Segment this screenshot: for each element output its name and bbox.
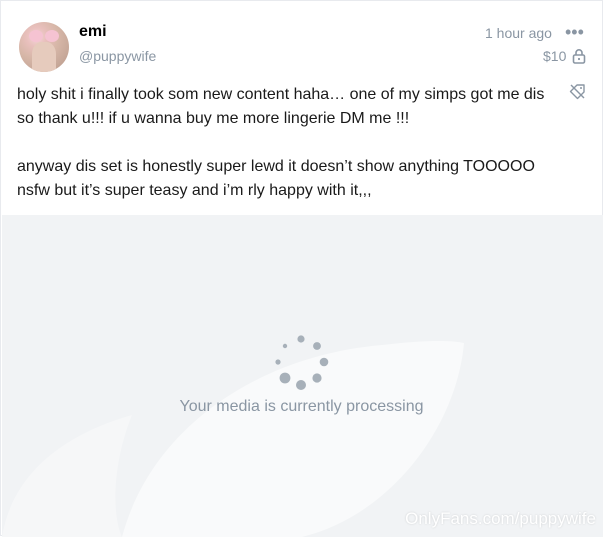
post-paragraph: holy shit i finally took som new content… [17,86,545,127]
price-tag-off-icon[interactable] [569,83,586,100]
loading-spinner-icon [275,335,329,390]
author-name[interactable]: emi [79,23,107,41]
post-timestamp[interactable]: 1 hour ago [485,25,552,41]
more-options-icon[interactable]: ••• [565,23,584,41]
post-card: emi @puppywife 1 hour ago ••• $10 holy s… [0,0,603,537]
media-status-text: Your media is currently processing [179,398,424,415]
post-paragraph: anyway dis set is honestly super lewd it… [17,158,535,199]
post-price: $10 [543,48,567,64]
post-text: holy shit i finally took som new content… [17,83,562,203]
author-handle[interactable]: @puppywife [79,48,156,64]
avatar[interactable] [19,22,69,72]
watermark-text: OnlyFans.com/puppywife [405,509,596,528]
lock-icon [572,49,586,64]
